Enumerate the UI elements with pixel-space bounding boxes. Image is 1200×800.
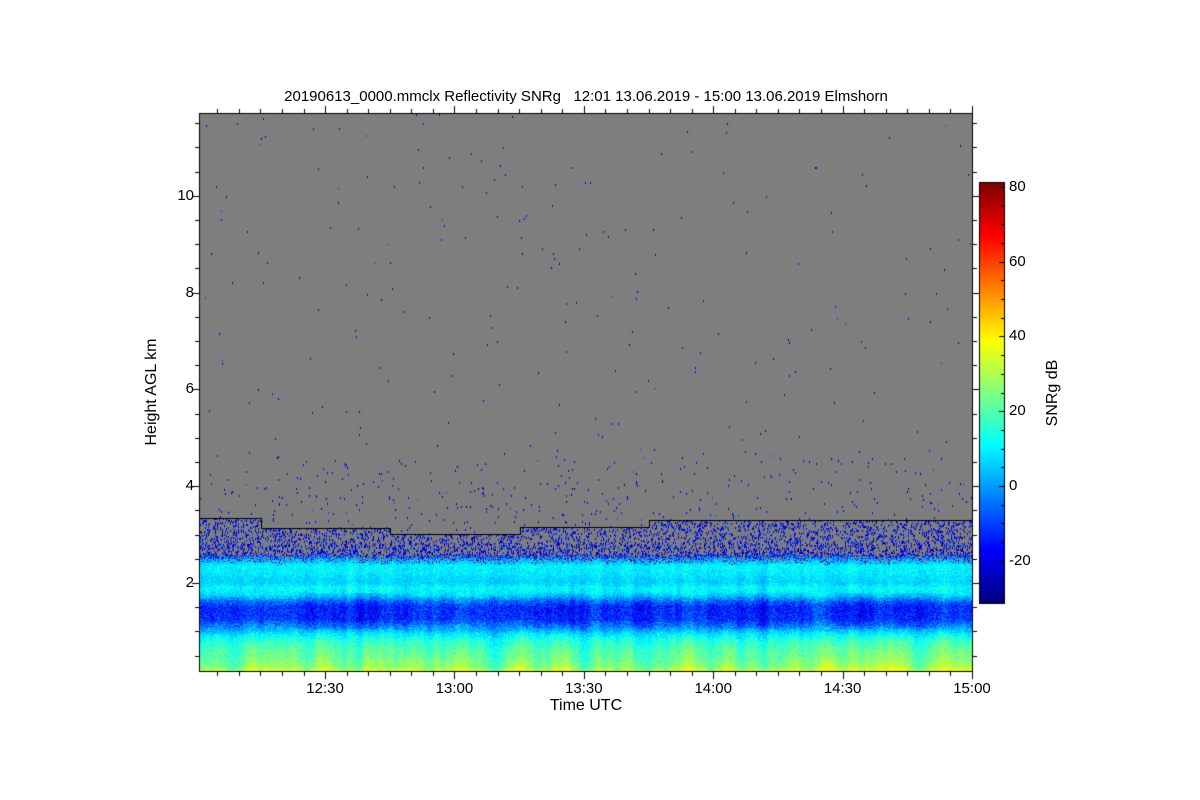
colorbar-tick-label: 80 <box>1009 177 1026 195</box>
x-tick-label: 13:30 <box>565 680 603 697</box>
x-tick-label: 14:30 <box>823 680 862 697</box>
y-tick-label: 4 <box>185 477 194 495</box>
colorbar-tick-label: 40 <box>1009 327 1026 345</box>
y-tick-label: 6 <box>185 380 194 398</box>
y-tick-label: 10 <box>177 186 194 204</box>
colorbar-tick-label: 20 <box>1009 402 1026 420</box>
colorbar-tick-label: 0 <box>1009 477 1018 495</box>
y-tick-label: 2 <box>185 573 194 591</box>
x-tick-label: 15:00 <box>953 680 991 697</box>
x-axis-label: Time UTC <box>549 697 623 714</box>
radar-reflectivity-figure: 20190613_0000.mmclx Reflectivity SNRg 12… <box>0 0 1200 800</box>
x-tick-label: 12:30 <box>306 680 344 697</box>
x-tick-label: 14:00 <box>694 680 732 697</box>
x-tick-label: 13:00 <box>435 680 474 697</box>
chart-title: 20190613_0000.mmclx Reflectivity SNRg 12… <box>284 88 888 105</box>
colorbar-tick-label: -20 <box>1009 551 1031 569</box>
colorbar-tick-label: 60 <box>1009 252 1026 270</box>
y-tick-label: 8 <box>185 283 194 301</box>
